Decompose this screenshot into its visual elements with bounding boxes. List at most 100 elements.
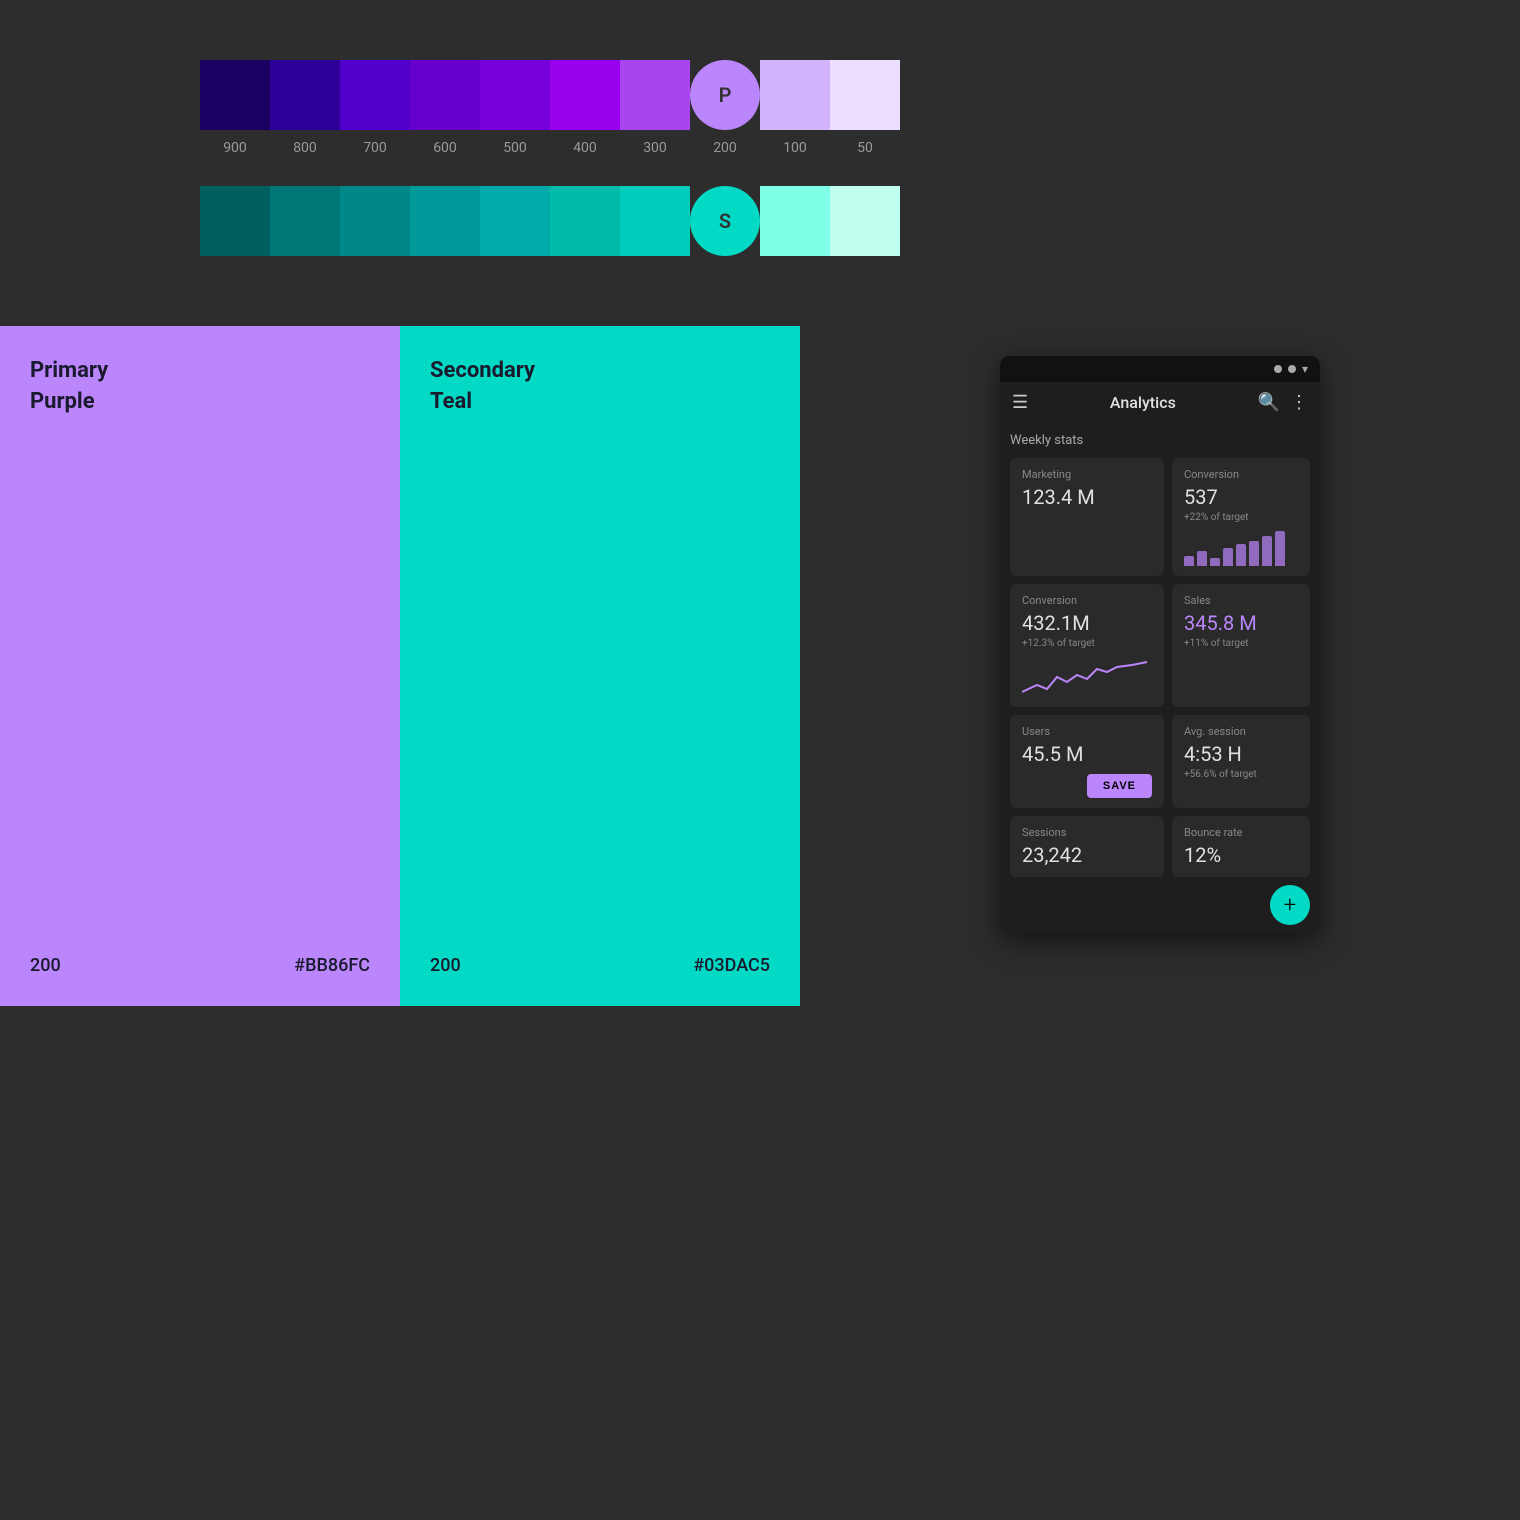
mini-bar-chart <box>1184 531 1298 566</box>
mini-bar-3 <box>1223 548 1233 566</box>
avg-session-card: Avg. session 4:53 H +56.6% of target <box>1172 715 1310 808</box>
conversion-line-sub: +12.3% of target <box>1022 638 1152 649</box>
sales-value: 345.8 M <box>1184 611 1298 635</box>
purple-swatch-800 <box>270 60 340 130</box>
marketing-card: Marketing 123.4 M <box>1010 458 1164 576</box>
bounce-rate-value: 12% <box>1184 843 1298 867</box>
stats-grid: Marketing 123.4 M Conversion 537 +22% of… <box>1010 458 1310 877</box>
teal-swatch-800 <box>270 186 340 256</box>
mini-bar-2 <box>1210 558 1220 566</box>
users-card: Users 45.5 M SAVE <box>1010 715 1164 808</box>
purple-palette-row: P <box>200 60 1520 130</box>
conversion-bar-label: Conversion <box>1184 468 1298 481</box>
purple-swatch-400 <box>550 60 620 130</box>
primary-panel-title: Primary Purple <box>30 356 370 418</box>
more-icon[interactable]: ⋮ <box>1290 392 1308 413</box>
conversion-line-card: Conversion 432.1M +12.3% of target <box>1010 584 1164 707</box>
conversion-bar-card: Conversion 537 +22% of target <box>1172 458 1310 576</box>
phone-status-bar: ▾ <box>1000 356 1320 382</box>
menu-icon[interactable]: ☰ <box>1012 392 1028 413</box>
status-dot-2 <box>1288 365 1296 373</box>
teal-swatch-900 <box>200 186 270 256</box>
fab-button[interactable]: + <box>1270 885 1310 925</box>
teal-swatch-100 <box>760 186 830 256</box>
sessions-value: 23,242 <box>1022 843 1152 867</box>
teal-swatch-500 <box>480 186 550 256</box>
mini-line-chart <box>1022 657 1152 697</box>
sales-card: Sales 345.8 M +11% of target <box>1172 584 1310 707</box>
purple-label-200: 200 <box>690 140 760 156</box>
users-label: Users <box>1022 725 1152 738</box>
mini-bar-4 <box>1236 544 1246 566</box>
primary-panel-meta: 200 #BB86FC <box>30 955 370 976</box>
mini-bar-5 <box>1249 541 1259 566</box>
weekly-stats-label: Weekly stats <box>1010 433 1310 448</box>
status-dot-1 <box>1274 365 1282 373</box>
palette-section: P 90080070060050040030020010050 S <box>0 0 1520 296</box>
purple-label-300: 300 <box>620 140 690 156</box>
mini-bar-6 <box>1262 536 1272 566</box>
avg-session-label: Avg. session <box>1184 725 1298 738</box>
secondary-teal-panel: Secondary Teal 200 #03DAC5 <box>400 326 800 1006</box>
phone-mockup: ▾ ☰ Analytics 🔍 ⋮ Weekly stats Marketing… <box>1000 356 1320 933</box>
teal-swatch-400 <box>550 186 620 256</box>
bounce-rate-label: Bounce rate <box>1184 826 1298 839</box>
purple-label-100: 100 <box>760 140 830 156</box>
teal-swatch-300 <box>620 186 690 256</box>
purple-swatch-300 <box>620 60 690 130</box>
toolbar-title: Analytics <box>1038 393 1247 412</box>
conversion-bar-sub: +22% of target <box>1184 512 1298 523</box>
info-section: Primary Purple 200 #BB86FC Secondary Tea… <box>0 326 1520 1006</box>
bounce-rate-card: Bounce rate 12% <box>1172 816 1310 877</box>
conversion-bar-value: 537 <box>1184 485 1298 509</box>
signal-icon: ▾ <box>1302 362 1308 376</box>
save-button[interactable]: SAVE <box>1087 774 1152 798</box>
sessions-card: Sessions 23,242 <box>1010 816 1164 877</box>
save-row: SAVE <box>1022 774 1152 798</box>
mini-bar-1 <box>1197 551 1207 566</box>
mini-bar-7 <box>1275 531 1285 566</box>
purple-swatch-200-circle: P <box>690 60 760 130</box>
purple-label-700: 700 <box>340 140 410 156</box>
sales-label: Sales <box>1184 594 1298 607</box>
purple-label-500: 500 <box>480 140 550 156</box>
purple-label-400: 400 <box>550 140 620 156</box>
search-icon[interactable]: 🔍 <box>1258 392 1280 413</box>
purple-label-600: 600 <box>410 140 480 156</box>
marketing-label: Marketing <box>1022 468 1152 481</box>
secondary-panel-title: Secondary Teal <box>430 356 770 418</box>
marketing-value: 123.4 M <box>1022 485 1152 509</box>
avg-session-sub: +56.6% of target <box>1184 769 1298 780</box>
secondary-panel-meta: 200 #03DAC5 <box>430 955 770 976</box>
purple-palette-labels: 90080070060050040030020010050 <box>200 140 1520 156</box>
avg-session-value: 4:53 H <box>1184 742 1298 766</box>
teal-swatch-600 <box>410 186 480 256</box>
primary-panel-shade: 200 <box>30 955 61 976</box>
teal-palette-row: S <box>200 186 1520 256</box>
conversion-line-value: 432.1M <box>1022 611 1152 635</box>
teal-swatch-700 <box>340 186 410 256</box>
mini-bar-0 <box>1184 556 1194 566</box>
phone-content: Weekly stats Marketing 123.4 M Conversio… <box>1000 423 1320 877</box>
sales-sub: +11% of target <box>1184 638 1298 649</box>
purple-swatch-900 <box>200 60 270 130</box>
purple-swatch-500 <box>480 60 550 130</box>
purple-swatch-100 <box>760 60 830 130</box>
teal-swatch-200-circle: S <box>690 186 760 256</box>
purple-label-50: 50 <box>830 140 900 156</box>
purple-label-800: 800 <box>270 140 340 156</box>
primary-purple-panel: Primary Purple 200 #BB86FC <box>0 326 400 1006</box>
purple-swatch-50 <box>830 60 900 130</box>
purple-swatch-600 <box>410 60 480 130</box>
secondary-panel-hex: #03DAC5 <box>693 955 770 976</box>
phone-mockup-section: ▾ ☰ Analytics 🔍 ⋮ Weekly stats Marketing… <box>800 326 1520 1006</box>
purple-swatch-700 <box>340 60 410 130</box>
sessions-label: Sessions <box>1022 826 1152 839</box>
fab-row: + <box>1000 877 1320 933</box>
users-value: 45.5 M <box>1022 742 1152 766</box>
teal-swatch-50 <box>830 186 900 256</box>
conversion-line-label: Conversion <box>1022 594 1152 607</box>
primary-panel-hex: #BB86FC <box>294 955 370 976</box>
purple-label-900: 900 <box>200 140 270 156</box>
phone-toolbar: ☰ Analytics 🔍 ⋮ <box>1000 382 1320 423</box>
